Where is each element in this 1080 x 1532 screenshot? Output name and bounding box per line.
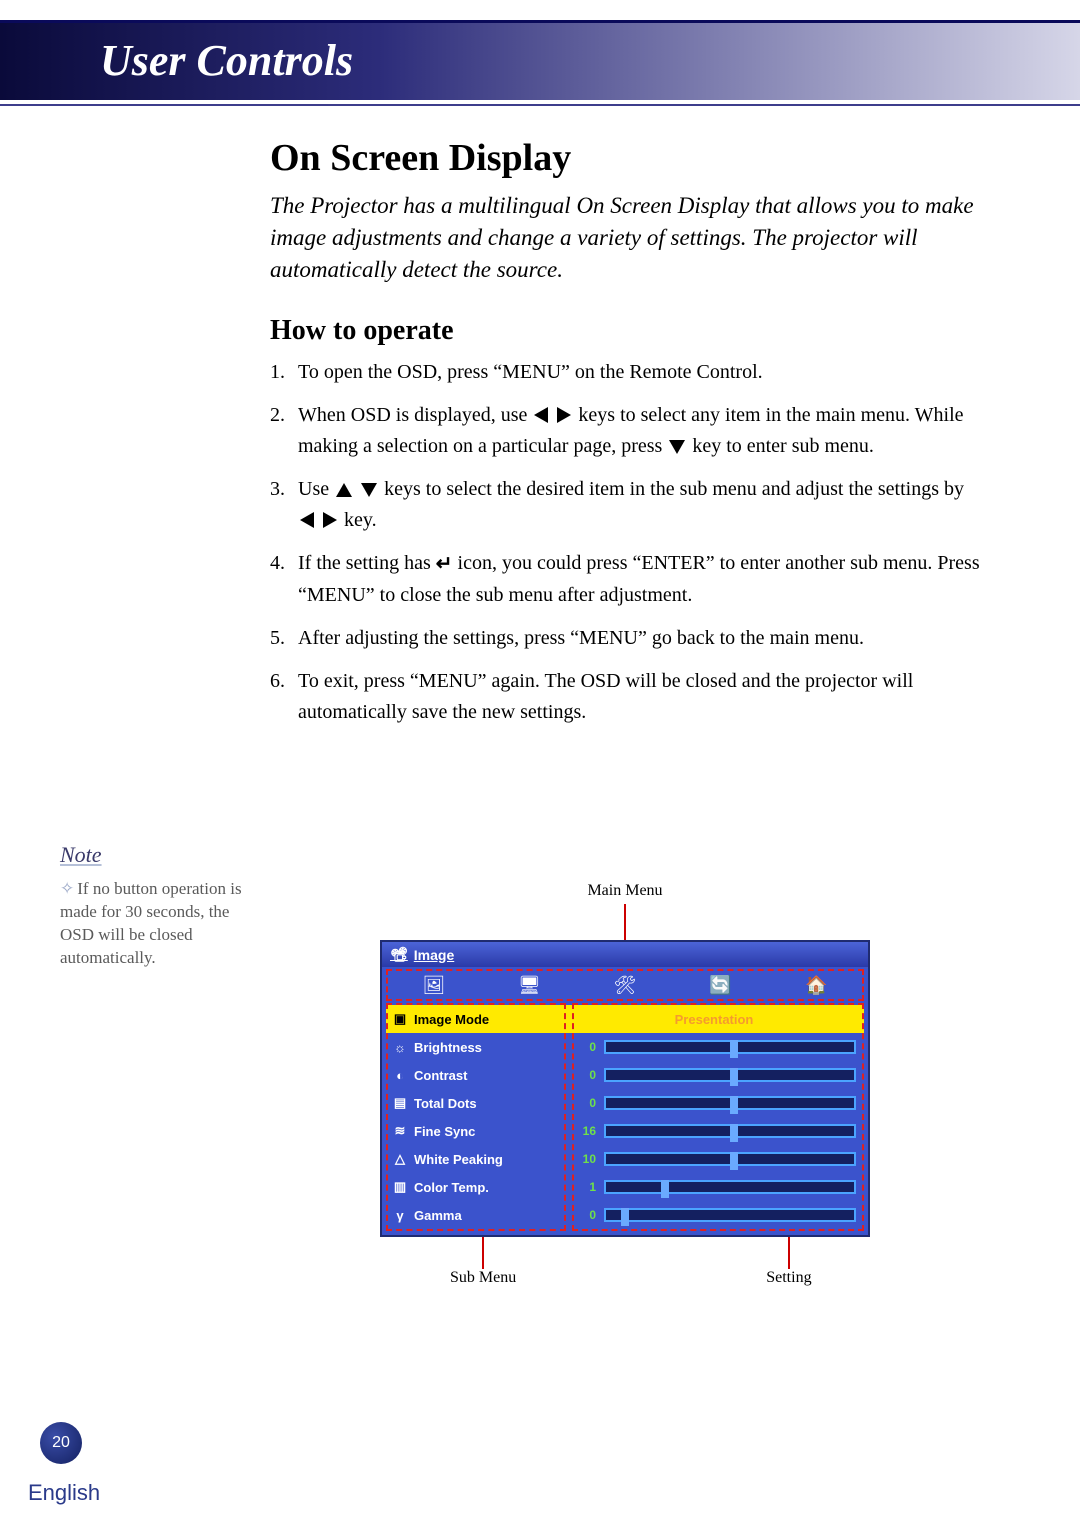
step-3: Use keys to select the desired item in t…: [270, 474, 980, 536]
osd-diagram: Main Menu 📽 Image 🖼 🖥 🛠 🔄 🏠 ▣Image Mode …: [380, 882, 870, 1287]
note-text: ✧If no button operation is made for 30 s…: [60, 878, 250, 970]
slider[interactable]: [604, 1180, 856, 1194]
right-arrow-icon: [323, 512, 337, 528]
up-arrow-icon: [336, 483, 352, 497]
fine-sync-icon: ≋: [392, 1123, 408, 1139]
tab-image-icon[interactable]: 🖼: [422, 973, 446, 997]
left-arrow-icon: [300, 512, 314, 528]
gamma-icon: γ: [392, 1207, 408, 1223]
osd-row-fine-sync[interactable]: ≋Fine Sync 16: [386, 1117, 864, 1145]
tab-display-icon[interactable]: 🖥: [517, 973, 541, 997]
slider[interactable]: [604, 1040, 856, 1054]
step-6: To exit, press “MENU” again. The OSD wil…: [270, 666, 980, 728]
osd-row-gamma[interactable]: γGamma 0: [386, 1201, 864, 1229]
diamond-bullet-icon: ✧: [60, 879, 74, 898]
steps-list: To open the OSD, press “MENU” on the Rem…: [270, 357, 980, 728]
chapter-header: User Controls: [0, 0, 1080, 106]
note-label: Note: [60, 840, 250, 870]
header-underline: [0, 104, 1080, 106]
color-temp-icon: ▥: [392, 1179, 408, 1195]
down-arrow-icon: [361, 483, 377, 497]
osd-row-contrast[interactable]: ◐Contrast 0: [386, 1061, 864, 1089]
brightness-icon: ☼: [392, 1039, 408, 1055]
language-label: English: [28, 1480, 100, 1506]
subsection-title: How to operate: [270, 315, 980, 347]
step-2: When OSD is displayed, use keys to selec…: [270, 400, 980, 462]
osd-window: 📽 Image 🖼 🖥 🛠 🔄 🏠 ▣Image Mode Presentati…: [380, 940, 870, 1237]
slider[interactable]: [604, 1208, 856, 1222]
slider[interactable]: [604, 1068, 856, 1082]
osd-row-brightness[interactable]: ☼Brightness 0: [386, 1033, 864, 1061]
enter-icon: ↵: [436, 549, 453, 580]
osd-title: Image: [414, 947, 454, 963]
left-arrow-icon: [534, 407, 548, 423]
chapter-band: User Controls: [0, 20, 1080, 100]
tab-options-icon[interactable]: 🏠: [804, 973, 828, 997]
callout-main-menu: Main Menu: [380, 882, 870, 900]
callout-line: [788, 1237, 790, 1269]
step-4: If the setting has ↵ icon, you could pre…: [270, 548, 980, 611]
right-arrow-icon: [557, 407, 571, 423]
page-content: On Screen Display The Projector has a mu…: [0, 106, 1080, 728]
osd-body: ▣Image Mode Presentation ☼Brightness 0 ◐…: [382, 1003, 868, 1235]
osd-row-white-peaking[interactable]: △White Peaking 10: [386, 1145, 864, 1173]
slider[interactable]: [604, 1152, 856, 1166]
callout-line: [624, 904, 626, 940]
down-arrow-icon: [669, 440, 685, 454]
osd-titlebar: 📽 Image: [382, 942, 868, 967]
image-mode-icon: ▣: [392, 1011, 408, 1027]
chapter-title: User Controls: [100, 35, 353, 86]
projector-icon: 📽: [390, 946, 408, 963]
callout-setting: Setting: [766, 1269, 811, 1287]
slider[interactable]: [604, 1124, 856, 1138]
page-number-badge: 20: [40, 1422, 82, 1464]
osd-tabs: 🖼 🖥 🛠 🔄 🏠: [382, 967, 868, 1003]
callout-sub-menu: Sub Menu: [450, 1269, 516, 1287]
tab-signal-icon[interactable]: 🔄: [709, 973, 733, 997]
osd-row-color-temp[interactable]: ▥Color Temp. 1: [386, 1173, 864, 1201]
bottom-callouts: Sub Menu Setting: [380, 1237, 870, 1287]
contrast-icon: ◐: [392, 1067, 408, 1083]
tab-setup-icon[interactable]: 🛠: [613, 973, 637, 997]
slider[interactable]: [604, 1096, 856, 1110]
step-1: To open the OSD, press “MENU” on the Rem…: [270, 357, 980, 388]
white-peaking-icon: △: [392, 1151, 408, 1167]
step-5: After adjusting the settings, press “MEN…: [270, 623, 980, 654]
osd-row-image-mode[interactable]: ▣Image Mode Presentation: [386, 1005, 864, 1033]
note-block: Note ✧If no button operation is made for…: [60, 840, 250, 969]
intro-paragraph: The Projector has a multilingual On Scre…: [270, 190, 980, 287]
osd-row-total-dots[interactable]: ▤Total Dots 0: [386, 1089, 864, 1117]
callout-line: [482, 1237, 484, 1269]
total-dots-icon: ▤: [392, 1095, 408, 1111]
section-title: On Screen Display: [270, 136, 980, 180]
